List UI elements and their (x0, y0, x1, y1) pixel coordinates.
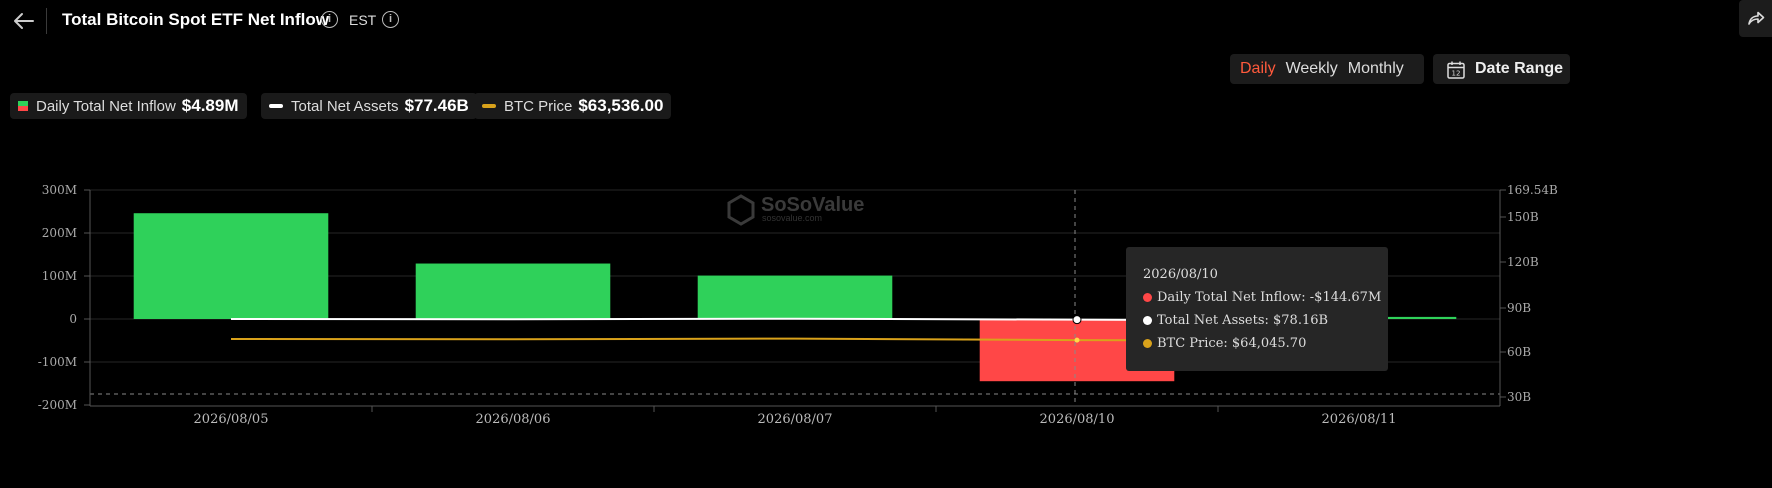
bar-2026-08-05[interactable] (133, 213, 329, 319)
watermark: SoSoValue sosovalue.com (727, 194, 864, 226)
right-tick-label: 150B (1507, 210, 1539, 224)
chart-tooltip: 2026/08/10 Daily Total Net Inflow: -$144… (1126, 247, 1388, 371)
x-tick-label: 2026/08/11 (1322, 412, 1397, 427)
left-tick-label: 300M (42, 183, 77, 197)
left-tick-label: 100M (42, 269, 77, 283)
right-tick-label: 60B (1507, 345, 1531, 359)
x-tick-label: 2026/08/10 (1040, 412, 1115, 427)
bar-2026-08-06[interactable] (415, 263, 611, 319)
left-tick-label: -100M (38, 355, 77, 369)
tooltip-row-price: BTC Price: $64,045.70 (1143, 336, 1306, 351)
hover-point-assets (1072, 315, 1082, 325)
tooltip-row-inflow: Daily Total Net Inflow: -$144.67M (1143, 290, 1381, 305)
white-dot-icon (1143, 316, 1152, 325)
x-tick-label: 2026/08/06 (476, 412, 551, 427)
x-tick-label: 2026/08/07 (758, 412, 833, 427)
watermark-site: sosovalue.com (762, 213, 822, 223)
tooltip-date: 2026/08/10 (1143, 267, 1218, 282)
red-dot-icon (1143, 293, 1152, 302)
left-tick-label: 0 (69, 312, 77, 326)
right-tick-label: 30B (1507, 390, 1531, 404)
sosovalue-logo-icon (727, 194, 755, 226)
left-tick-label: 200M (42, 226, 77, 240)
gold-dot-icon (1143, 339, 1152, 348)
hover-point-price (1074, 337, 1080, 343)
left-tick-label: -200M (38, 398, 77, 412)
right-tick-label: 90B (1507, 301, 1531, 315)
tooltip-row-assets: Total Net Assets: $78.16B (1143, 313, 1328, 328)
bar-2026-08-07[interactable] (697, 275, 893, 319)
right-tick-label: 120B (1507, 255, 1539, 269)
net-inflow-chart[interactable]: SoSoValue sosovalue.com 300M 200M 100M 0 -10… (0, 0, 1772, 488)
right-tick-label: 169.54B (1507, 183, 1558, 197)
x-tick-label: 2026/08/05 (194, 412, 269, 427)
